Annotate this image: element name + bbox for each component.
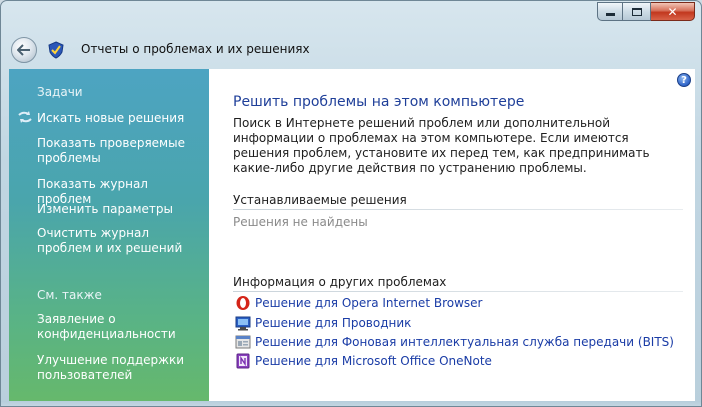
maximize-button[interactable] [623, 2, 651, 21]
sidebar-item-privacy-statement[interactable]: Заявление о конфиденциальности [37, 312, 205, 342]
maximize-icon [631, 7, 642, 16]
close-icon: ✕ [667, 4, 678, 19]
sidebar-item-search-solutions[interactable]: Искать новые решения [37, 111, 205, 126]
minimize-button[interactable] [597, 2, 623, 21]
sidebar-item-show-problems-to-check[interactable]: Показать проверяемые проблемы [37, 136, 205, 166]
navigation-bar: Отчеты о проблемах и их решениях [1, 29, 701, 69]
other-problems-heading: Информация о других проблемах [233, 275, 447, 289]
solution-link-label: Решение для Проводник [255, 316, 412, 330]
window-title: Отчеты о проблемах и их решениях [81, 42, 310, 56]
tasks-heading: Задачи [37, 85, 83, 99]
solution-link-label: Решение для Фоновая интеллектуальная слу… [255, 335, 674, 349]
opera-icon [236, 296, 250, 310]
installable-solutions-heading: Устанавливаемые решения [233, 193, 407, 207]
help-icon[interactable]: ? [677, 73, 691, 87]
see-also-heading: См. также [37, 288, 102, 302]
close-button[interactable]: ✕ [651, 2, 695, 21]
title-bar: ✕ [1, 1, 701, 29]
solution-link-opera[interactable]: Решение для Opera Internet Browser [235, 295, 482, 311]
section-divider [233, 209, 683, 210]
task-pane: Задачи Искать новые решения Показать про… [9, 69, 209, 401]
intro-text: Поиск в Интернете решений проблем или до… [233, 116, 650, 175]
section-divider [233, 291, 683, 292]
solution-link-explorer[interactable]: Решение для Проводник [235, 315, 411, 331]
caption-buttons: ✕ [597, 2, 695, 21]
sidebar-item-customer-experience[interactable]: Улучшение поддержки пользователей [37, 353, 205, 383]
solution-link-label: Решение для Opera Internet Browser [255, 296, 483, 310]
onenote-icon [236, 353, 250, 369]
explorer-icon [235, 316, 251, 331]
bits-service-icon [235, 335, 251, 349]
content-pane: ? Решить проблемы на этом компьютере Пои… [209, 69, 695, 401]
no-solutions-text: Решения не найдены [233, 215, 368, 229]
problem-reports-icon [48, 41, 64, 59]
sidebar-item-change-settings[interactable]: Изменить параметры [37, 202, 205, 217]
minimize-icon [605, 13, 615, 16]
solution-link-label: Решение для Microsoft Office OneNote [255, 354, 492, 368]
problem-reports-window: ✕ Отчеты о проблемах и их решениях Задач… [0, 0, 702, 407]
back-arrow-icon [17, 44, 30, 56]
solution-link-onenote[interactable]: Решение для Microsoft Office OneNote [235, 353, 492, 369]
arrows-icon [18, 111, 32, 123]
back-button[interactable] [11, 37, 37, 63]
sidebar-item-clear-history[interactable]: Очистить журнал проблем и их решений [37, 226, 205, 256]
window-bottom-frame [1, 401, 701, 406]
solution-link-bits[interactable]: Решение для Фоновая интеллектуальная слу… [235, 334, 674, 350]
page-title: Решить проблемы на этом компьютере [233, 94, 525, 110]
